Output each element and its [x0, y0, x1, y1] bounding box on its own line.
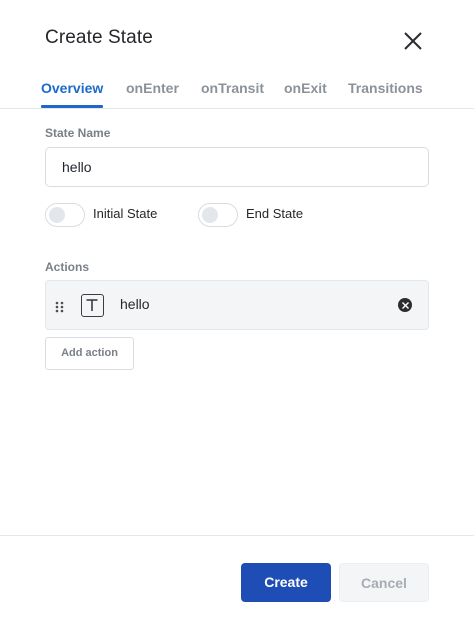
end-state-toggle[interactable] [198, 203, 238, 227]
cancel-button[interactable]: Cancel [339, 563, 429, 602]
action-text: hello [120, 296, 150, 312]
tab-onenter[interactable]: onEnter [126, 80, 179, 96]
initial-state-label: Initial State [93, 206, 158, 221]
active-tab-indicator [41, 105, 103, 108]
tab-bar: Overview onEnter onTransit onExit Transi… [0, 78, 474, 109]
tab-onexit[interactable]: onExit [284, 80, 327, 96]
remove-action-icon[interactable] [398, 298, 412, 312]
create-button[interactable]: Create [241, 563, 331, 602]
tab-transitions[interactable]: Transitions [348, 80, 423, 96]
actions-label: Actions [45, 260, 90, 274]
close-icon[interactable] [400, 28, 426, 54]
action-item: hello [45, 280, 429, 330]
add-action-button[interactable]: Add action [45, 337, 134, 370]
drag-handle-icon[interactable] [55, 300, 65, 313]
state-name-label: State Name [45, 126, 111, 140]
text-type-icon [81, 294, 104, 317]
footer-divider [0, 535, 474, 536]
toggle-knob [49, 207, 65, 223]
state-name-input[interactable]: hello [45, 147, 429, 187]
create-state-dialog: Create State Overview onEnter onTransit … [0, 0, 474, 620]
toggle-knob [202, 207, 218, 223]
end-state-label: End State [246, 206, 304, 221]
tab-ontransit[interactable]: onTransit [201, 80, 264, 96]
dialog-title: Create State [45, 27, 153, 48]
initial-state-toggle[interactable] [45, 203, 85, 227]
tab-overview[interactable]: Overview [41, 80, 103, 96]
